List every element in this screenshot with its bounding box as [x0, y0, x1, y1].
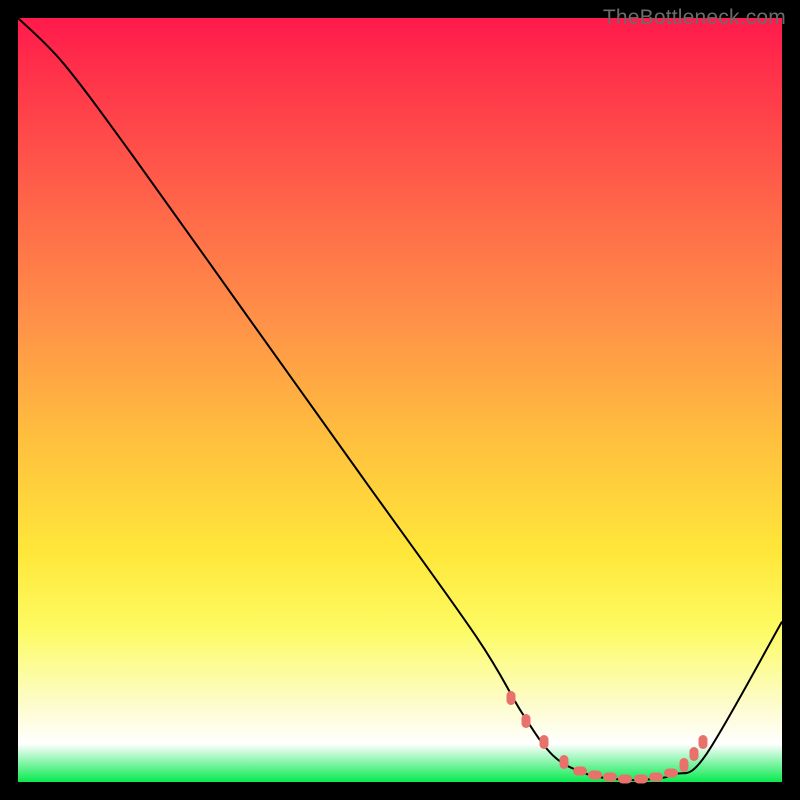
- watermark-text: TheBottleneck.com: [603, 6, 786, 30]
- highlight-dot: [588, 771, 602, 780]
- highlight-dot: [603, 773, 617, 782]
- highlight-dot: [649, 773, 663, 782]
- chart-frame: TheBottleneck.com: [0, 0, 800, 800]
- highlight-dot: [680, 758, 689, 772]
- highlight-dot: [539, 735, 548, 749]
- highlight-dot: [618, 774, 632, 783]
- highlight-dot: [573, 767, 587, 776]
- highlight-dot: [634, 774, 648, 783]
- highlight-dot: [506, 691, 515, 705]
- highlight-dot: [699, 735, 708, 749]
- highlight-dot: [522, 714, 531, 728]
- highlight-dots: [18, 18, 782, 782]
- highlight-dot: [690, 747, 699, 761]
- highlight-dot: [664, 768, 678, 777]
- highlight-dot: [560, 755, 569, 769]
- plot-area: [18, 18, 782, 782]
